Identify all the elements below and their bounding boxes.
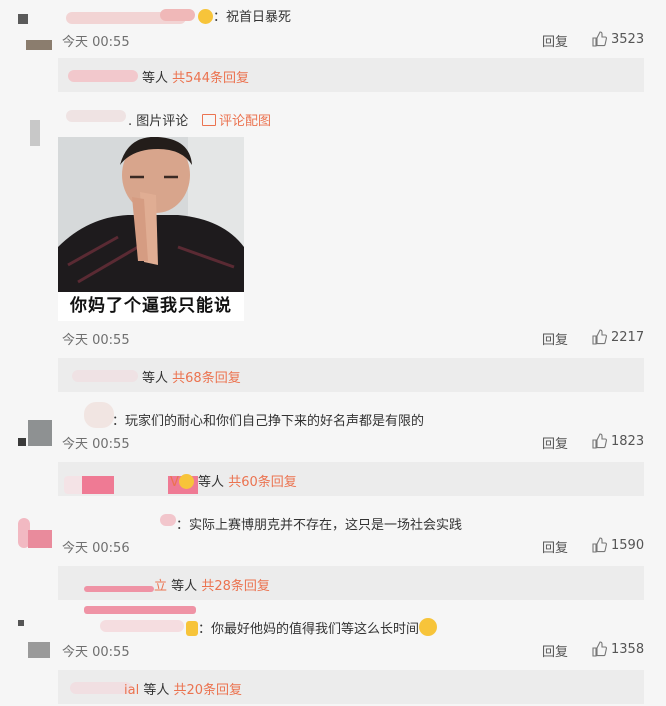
comment-text: ：实际上赛博朋克并不存在，这只是一场社会实践: [176, 518, 463, 533]
avatar[interactable]: [18, 14, 52, 50]
like-count: 1358: [611, 641, 645, 657]
timestamp: 今天 00:55: [62, 645, 130, 660]
like-count: 2217: [611, 329, 645, 345]
sub-replies-summary[interactable]: 等人 共68条回复: [142, 367, 241, 386]
reply-button[interactable]: 回复: [542, 329, 568, 348]
avatar[interactable]: [18, 514, 52, 552]
image-icon: [202, 114, 216, 126]
like-count: 3523: [611, 31, 645, 47]
reply-button[interactable]: 回复: [542, 31, 568, 50]
timestamp: 今天 00:55: [62, 333, 130, 348]
like-count: 1823: [611, 433, 645, 449]
comment-text: ：你最好他妈的值得我们等这么长时间: [186, 618, 438, 637]
thumbs-up-icon: [592, 537, 607, 553]
comment-image[interactable]: 你妈了个逼我只能说: [58, 137, 244, 321]
thumbs-up-icon: [592, 31, 607, 47]
reply-usernames: [72, 370, 138, 382]
avatar[interactable]: [18, 416, 52, 446]
reply-button[interactable]: 回复: [542, 537, 568, 556]
thumbs-up-icon: [592, 329, 607, 345]
timestamp: 今天 00:56: [62, 541, 130, 556]
sub-replies-summary[interactable]: 等人 共544条回复: [142, 67, 249, 86]
thumbs-up-icon: [592, 641, 607, 657]
like-button[interactable]: 3523: [591, 31, 644, 47]
reply-button[interactable]: 回复: [542, 641, 568, 660]
like-button[interactable]: 1358: [591, 641, 644, 657]
reply-usernames: [84, 586, 154, 592]
username-tail: [160, 9, 195, 21]
sub-replies-summary[interactable]: ial 等人 共20条回复: [124, 679, 242, 698]
thumbs-up-icon: [592, 433, 607, 449]
sub-replies-summary[interactable]: 立 等人 共28条回复: [154, 575, 270, 594]
emoji-icon: [178, 474, 194, 489]
username[interactable]: [160, 514, 176, 526]
timestamp: 今天 00:55: [62, 35, 130, 50]
username[interactable]: [84, 402, 114, 428]
comment-text: . 图片评论: [128, 114, 189, 129]
image-link[interactable]: 评论配图: [202, 110, 271, 129]
reply-usernames: [82, 476, 114, 494]
image-caption: 你妈了个逼我只能说: [58, 292, 244, 321]
reply-button[interactable]: 回复: [542, 433, 568, 452]
comment-text: ：祝首日暴死: [198, 6, 291, 25]
avatar[interactable]: [18, 112, 52, 146]
username[interactable]: [100, 620, 184, 632]
sub-replies-bar[interactable]: 立 等人 共28条回复: [58, 566, 644, 600]
emoji-icon: [198, 9, 213, 24]
sub-replies-summary[interactable]: V 等人 共60条回复: [170, 471, 297, 490]
comment-text: ：玩家们的耐心和你们自己挣下来的好名声都是有限的: [112, 414, 425, 429]
emoji-icon: [186, 621, 198, 636]
reply-usernames: [84, 606, 196, 614]
sub-replies-bar[interactable]: ial 等人 共20条回复: [58, 670, 644, 704]
like-button[interactable]: 1590: [591, 537, 644, 553]
meme-photo: [58, 137, 244, 292]
like-button[interactable]: 1823: [591, 433, 644, 449]
sub-replies-bar[interactable]: 等人 共68条回复: [58, 358, 644, 392]
username[interactable]: [66, 110, 126, 122]
emoji-icon: [419, 618, 438, 636]
like-button[interactable]: 2217: [591, 329, 644, 345]
like-count: 1590: [611, 537, 645, 553]
reply-usernames: [68, 70, 138, 82]
avatar[interactable]: [18, 620, 52, 658]
sub-replies-bar[interactable]: V 等人 共60条回复: [58, 462, 644, 496]
sub-replies-bar[interactable]: 等人 共544条回复: [58, 58, 644, 92]
reply-usernames: [70, 682, 132, 694]
timestamp: 今天 00:55: [62, 437, 130, 452]
